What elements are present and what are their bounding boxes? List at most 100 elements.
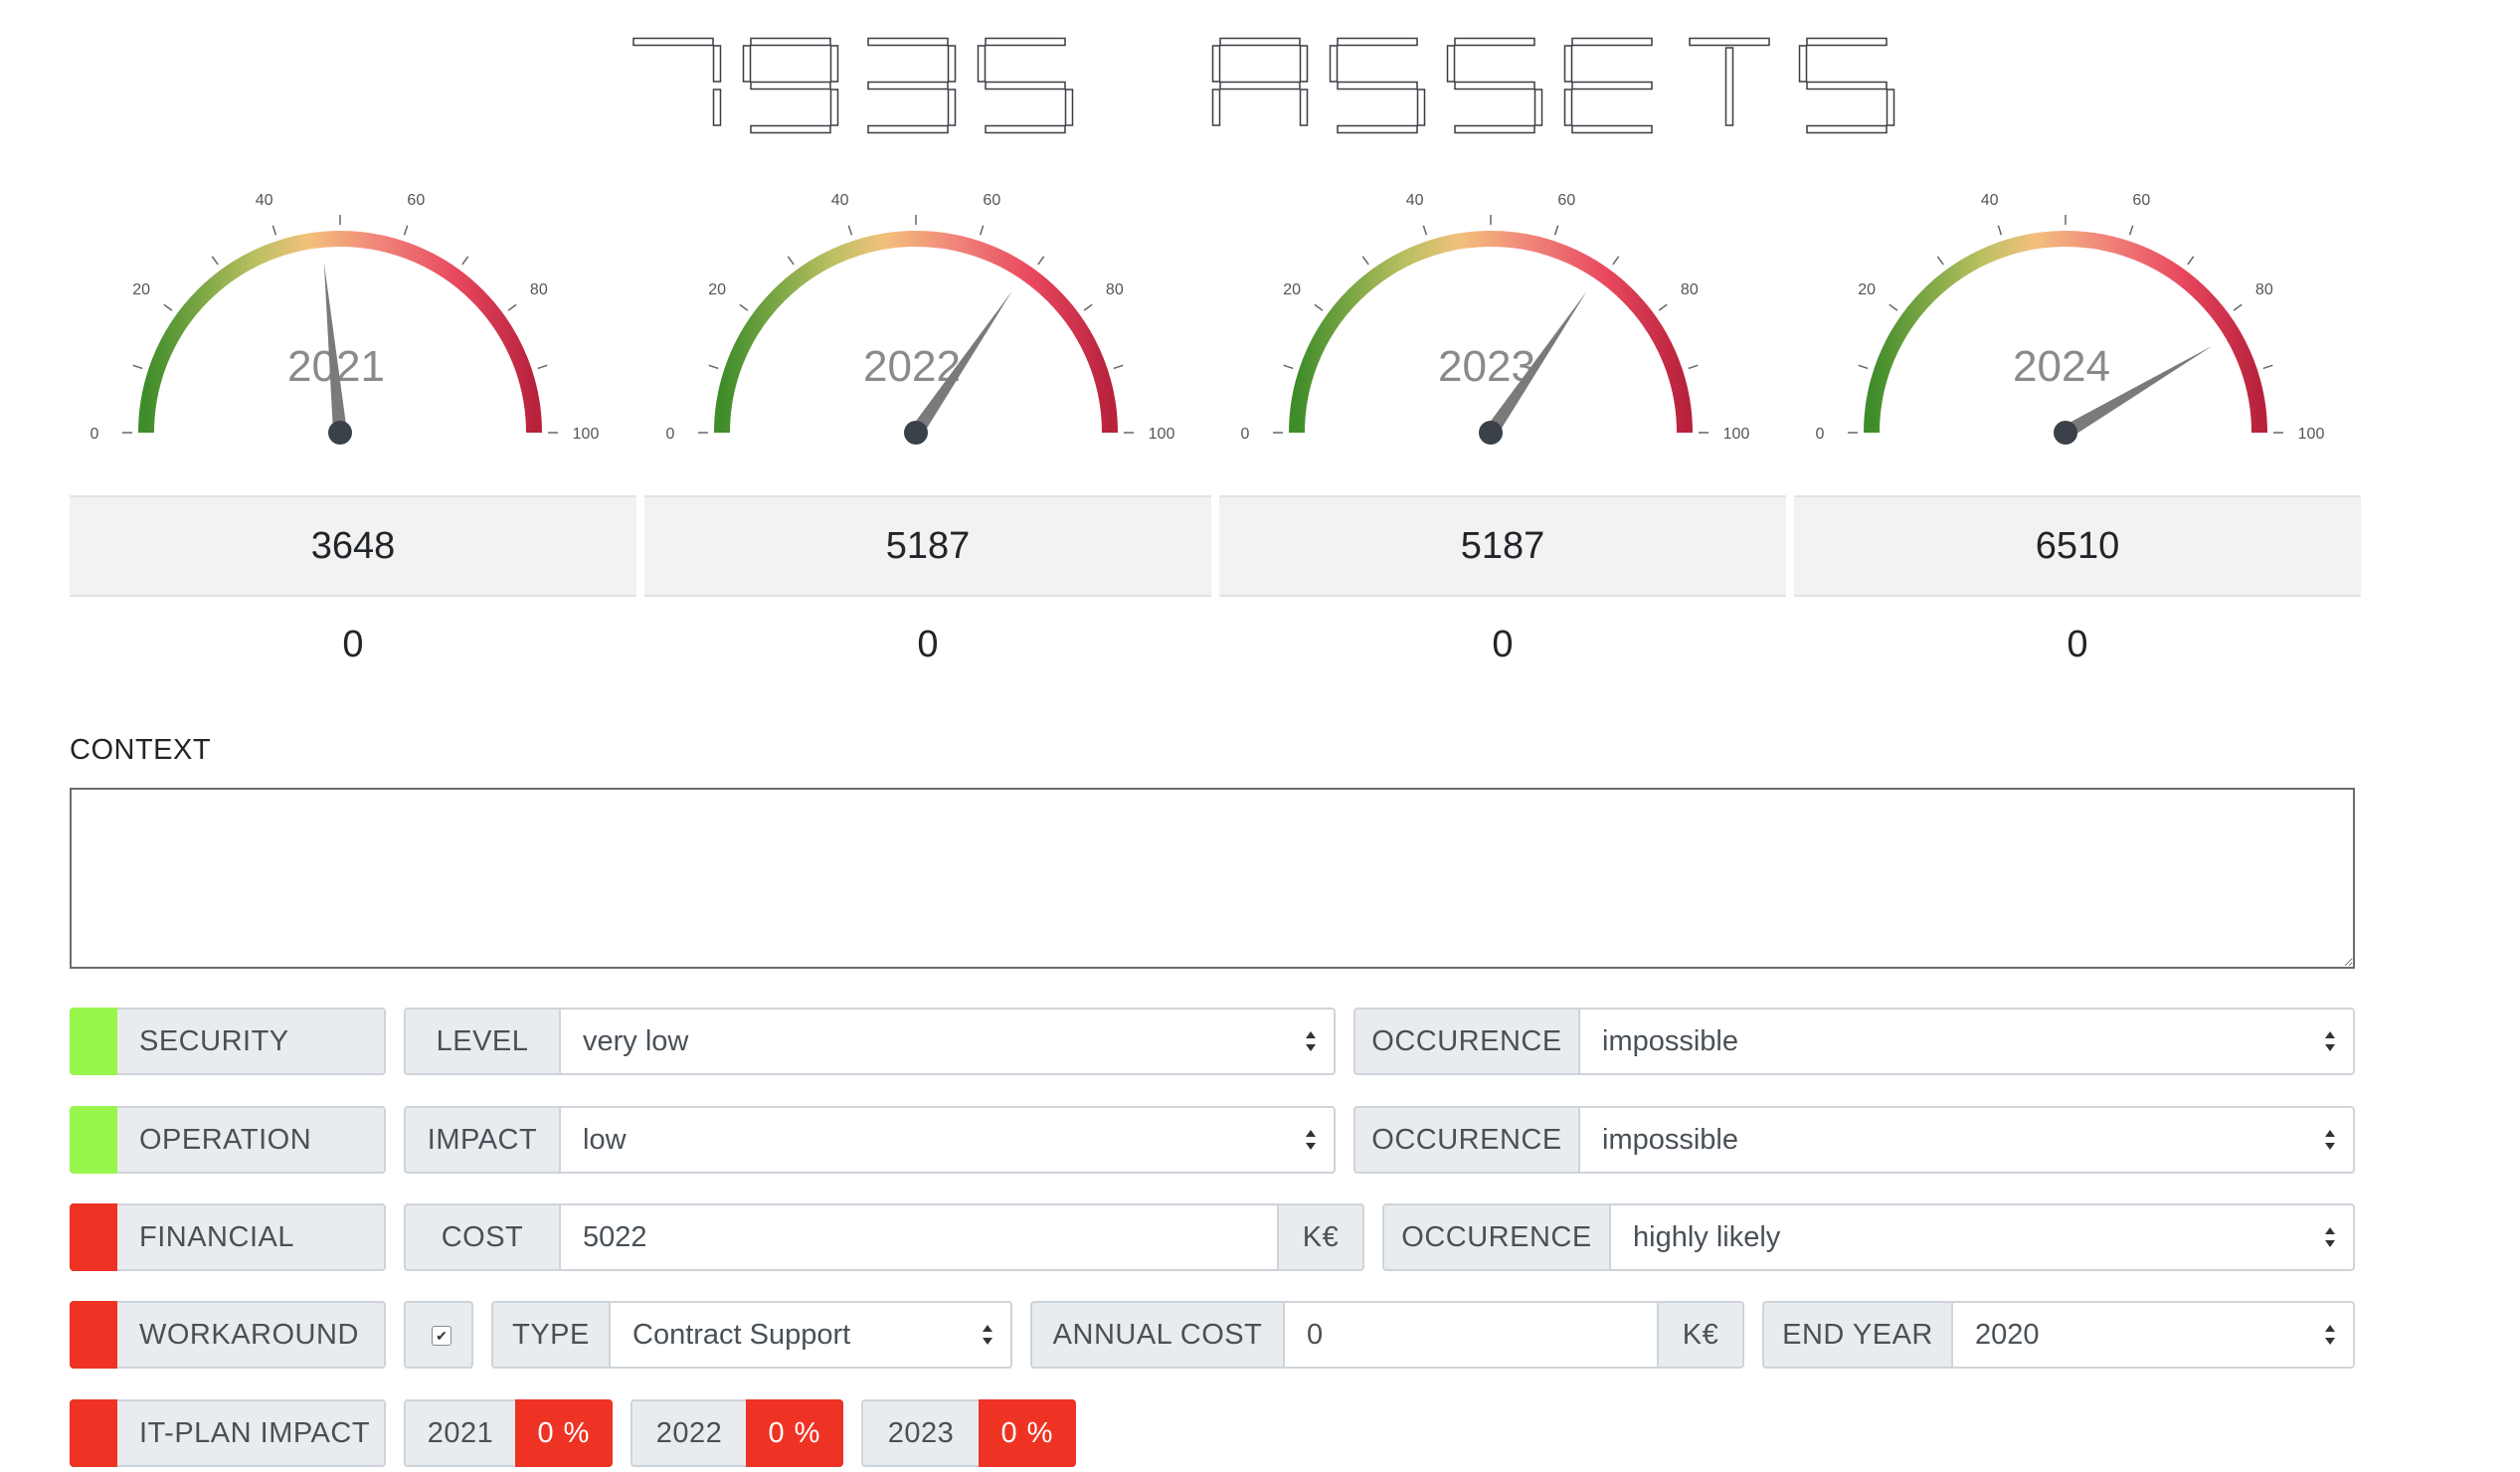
gauge-tick: [2233, 303, 2243, 311]
security-occurence-value: impossible: [1602, 1025, 1738, 1057]
gauge-total-2021: 3648: [70, 495, 636, 597]
annual-cost-input[interactable]: 0: [1283, 1301, 1659, 1369]
financial-category: FINANCIAL: [70, 1203, 386, 1271]
financial-row: FINANCIAL COST 5022 K€ OCCURENCE highly …: [0, 1203, 2520, 1271]
gauge-tick: [271, 225, 277, 236]
itplan-year-label: 2022: [630, 1399, 748, 1467]
gauge-tick: [1314, 303, 1324, 311]
gauge-arc: [714, 231, 1118, 434]
end-year-select[interactable]: 2020: [1951, 1301, 2355, 1369]
itplan-label: IT-PLAN IMPACT: [139, 1417, 371, 1449]
impact-value: low: [583, 1124, 627, 1156]
gauge-tick-label: 0: [1816, 426, 1825, 443]
gauge-tick: [1283, 364, 1294, 370]
gauge-tick-label: 20: [1283, 281, 1301, 298]
financial-label: FINANCIAL: [139, 1221, 294, 1253]
cost-label: COST: [404, 1203, 561, 1271]
financial-occurence-label: OCCURENCE: [1382, 1203, 1611, 1271]
cost-input[interactable]: 5022: [559, 1203, 1279, 1271]
gauge-tick: [1858, 364, 1869, 370]
security-status-indicator: [70, 1008, 117, 1075]
gauge-tick-label: 60: [1557, 192, 1575, 209]
gauge-count-2024: 0: [2067, 624, 2088, 665]
itplan-status-indicator: [70, 1399, 117, 1467]
itplan-percent-badge: 0 %: [979, 1399, 1076, 1467]
financial-occurence-value: highly likely: [1633, 1221, 1781, 1253]
gauge-hub: [328, 421, 352, 445]
gauge-tick: [163, 303, 173, 311]
gauge-tick: [2262, 364, 2273, 370]
gauge-tick-label: 100: [2298, 426, 2325, 443]
security-row: SECURITY LEVEL very low OCCURENCE imposs…: [0, 1008, 2520, 1075]
gauge-total-2024: 6510: [1794, 495, 2361, 597]
workaround-label: WORKAROUND: [139, 1319, 359, 1351]
gauge-tick-label: 80: [1106, 281, 1124, 298]
gauge-tick: [1083, 303, 1093, 311]
gauge-tick-label: 0: [90, 426, 99, 443]
gauge-tick-label: 80: [530, 281, 548, 298]
gauge-hub: [904, 421, 928, 445]
gauge-tick: [507, 303, 517, 311]
gauge-tick: [403, 225, 409, 236]
type-label: TYPE: [491, 1301, 611, 1369]
gauge-tick: [2187, 256, 2195, 266]
operation-category: OPERATION: [70, 1106, 386, 1174]
gauge-count-2022: 0: [917, 624, 939, 665]
operation-occurence-label: OCCURENCE: [1353, 1106, 1580, 1174]
annual-cost-unit-label: K€: [1657, 1301, 1744, 1369]
gauge-tick: [1936, 256, 1944, 266]
gauge-tick-label: 20: [132, 281, 150, 298]
gauge-tick: [2128, 225, 2134, 236]
gauge-tick-label: 40: [1406, 192, 1424, 209]
gauge-tick: [1688, 364, 1699, 370]
cost-unit-label: K€: [1277, 1203, 1364, 1271]
impact-label: IMPACT: [404, 1106, 561, 1174]
gauge-tick-label: 20: [1858, 281, 1876, 298]
gauge-tick: [847, 225, 853, 236]
impact-select[interactable]: low: [559, 1106, 1336, 1174]
select-arrows-icon: [2325, 1325, 2335, 1345]
gauge-tick-label: 40: [831, 192, 849, 209]
gauge-2024: 0 20 40 60 80 100 2024: [1816, 192, 2325, 445]
gauge-tick: [1113, 364, 1124, 370]
gauge-tick: [708, 364, 719, 370]
security-occurence-select[interactable]: impossible: [1578, 1008, 2355, 1075]
checkmark-icon: ✔: [432, 1326, 451, 1346]
itplan-percent-badge: 0 %: [746, 1399, 843, 1467]
gauge-tick: [1553, 225, 1559, 236]
gauge-tick: [1612, 256, 1620, 266]
level-label: LEVEL: [404, 1008, 561, 1075]
select-arrows-icon: [1306, 1031, 1316, 1051]
gauge-tick: [1658, 303, 1668, 311]
select-arrows-icon: [2325, 1031, 2335, 1051]
gauge-tick-label: 0: [666, 426, 675, 443]
banner-text: 7935 ASSETS: [632, 37, 1895, 134]
operation-row: OPERATION IMPACT low OCCURENCE impossibl…: [0, 1106, 2520, 1174]
gauge-count-2023: 0: [1492, 624, 1514, 665]
gauge-tick-label: 60: [407, 192, 425, 209]
gauge-tick-label: 0: [1241, 426, 1250, 443]
itplan-year-label: 2023: [861, 1399, 981, 1467]
itplan-year-label: 2021: [404, 1399, 517, 1467]
context-textarea[interactable]: [70, 788, 2355, 969]
select-arrows-icon: [2325, 1130, 2335, 1150]
gauge-arc: [1289, 231, 1693, 434]
gauge-hub: [1479, 421, 1503, 445]
itplan-percent-badge: 0 %: [515, 1399, 613, 1467]
gauge-tick-label: 80: [1681, 281, 1699, 298]
gauge-tick-label: 40: [1981, 192, 1999, 209]
financial-occurence-select[interactable]: highly likely: [1609, 1203, 2355, 1271]
level-select[interactable]: very low: [559, 1008, 1336, 1075]
operation-occurence-select[interactable]: impossible: [1578, 1106, 2355, 1174]
workaround-checkbox[interactable]: ✔: [404, 1301, 473, 1369]
gauge-arc: [1864, 231, 2267, 434]
gauge-tick-label: 100: [1149, 426, 1175, 443]
type-select[interactable]: Contract Support: [609, 1301, 1012, 1369]
gauge-2023: 02040 60801002023: [1241, 192, 1749, 445]
gauge-tick: [787, 256, 795, 266]
gauge-total-2023: 5187: [1219, 495, 1786, 597]
type-value: Contract Support: [632, 1319, 851, 1351]
gauge-tick: [1889, 303, 1898, 311]
level-value: very low: [583, 1025, 689, 1057]
gauge-tick: [1361, 256, 1369, 266]
